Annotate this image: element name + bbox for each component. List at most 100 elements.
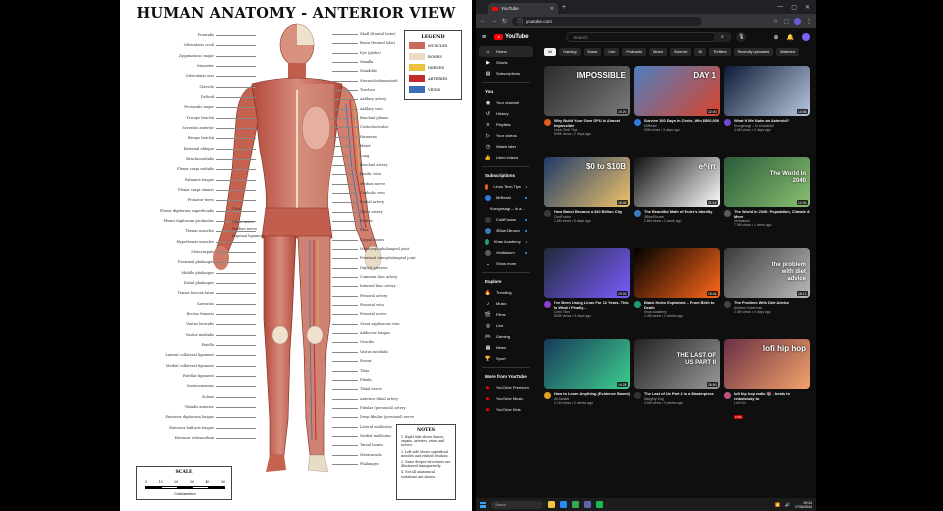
menu-dots-icon[interactable]: ⋮ [806, 18, 812, 25]
close-window-icon[interactable]: ✕ [805, 4, 810, 11]
video-card[interactable]: 10:06 What If We Nuke an Asteroid? Kurzges… [724, 66, 810, 132]
filter-chip[interactable]: All [544, 48, 557, 56]
video-card[interactable]: lofi hip hop lofi hip hop radio 📚 - beats… [724, 339, 810, 423]
video-thumbnail[interactable]: THE LAST OF US PART II 26:50 [634, 339, 720, 389]
sidebar-item-subscriptions[interactable]: ▤ Subscriptions [479, 68, 533, 79]
sidebar-item-sport[interactable]: 🏆 Sport [479, 353, 533, 364]
sidebar-item-home[interactable]: ⌂ Home [479, 46, 533, 57]
video-card[interactable]: DAY 1 32:00 Survive 100 Days In Circle, Wi… [634, 66, 720, 132]
close-tab-icon[interactable]: ✕ [550, 6, 554, 12]
minimize-icon[interactable]: — [777, 4, 783, 11]
sidebar-item-show-more[interactable]: ⌄ Show more [479, 258, 533, 269]
sidebar-item-youtube-kids[interactable]: ▶ YouTube Kids [479, 404, 533, 415]
sidebar-item-your-videos[interactable]: ▷ Your videos [479, 130, 533, 141]
hamburger-menu-icon[interactable]: ≡ [482, 34, 494, 41]
video-title[interactable]: Black Holes Explained – From Birth to De… [644, 300, 720, 310]
extensions-icon[interactable]: ⬚ [783, 18, 789, 25]
channel-avatar[interactable] [724, 210, 731, 217]
filter-chip[interactable]: Mixes [649, 48, 667, 56]
video-title[interactable]: The Beautiful Math of Euler's Identity [644, 209, 712, 215]
video-card[interactable]: IMPOSSIBLE 15:20 Why Build Your Own GPU is… [544, 66, 630, 137]
video-thumbnail[interactable]: e^iπ 21:14 [634, 157, 720, 207]
sidebar-item-veritasium[interactable]: Veritasium [479, 247, 533, 258]
video-title[interactable]: lofi hip hop radio 📚 - beats to relax/st… [734, 391, 810, 401]
sidebar-item-khan-academy[interactable]: Khan Academy [479, 236, 533, 247]
channel-avatar[interactable] [634, 119, 641, 126]
spotify-icon[interactable] [596, 501, 603, 508]
sidebar-item-liked-videos[interactable]: 👍 Liked videos [479, 152, 533, 163]
filter-chip[interactable]: Music [583, 48, 602, 56]
channel-avatar[interactable] [724, 301, 731, 308]
filter-chip[interactable]: AI [694, 48, 707, 56]
browser-tab[interactable]: YouTube ✕ [488, 3, 558, 14]
filter-chip[interactable]: Science [669, 48, 692, 56]
channel-avatar[interactable] [544, 210, 551, 217]
sidebar-item-your-channel[interactable]: ◉ Your channel [479, 97, 533, 108]
video-card[interactable]: 15:44 Black Holes Explained – From Birth … [634, 248, 720, 319]
channel-avatar[interactable] [544, 392, 551, 399]
edge-browser-icon[interactable] [560, 501, 567, 508]
video-thumbnail[interactable]: 14:28 [544, 339, 630, 389]
video-title[interactable]: I've Been Using Linux For 12 Years. This… [554, 300, 630, 310]
profile-avatar[interactable] [794, 17, 801, 25]
sidebar-item-history[interactable]: ↺ History [479, 108, 533, 119]
video-card[interactable]: 14:28 How to Learn Anything (Evidence Bas… [544, 339, 630, 405]
search-button[interactable]: ⌕ [714, 32, 731, 42]
channel-avatar[interactable] [544, 301, 551, 308]
channel-avatar[interactable] [544, 119, 551, 126]
bookmark-star-icon[interactable]: ☆ [773, 18, 778, 25]
filter-chip[interactable]: Thrillers [709, 48, 731, 56]
video-thumbnail[interactable]: The World in 2040 12:34 [724, 157, 810, 207]
sidebar-item-shorts[interactable]: ▶ Shorts [479, 57, 533, 68]
video-title[interactable]: The Last of Us Part 2 is a Masterpiece [644, 391, 714, 397]
file-explorer-icon[interactable] [548, 501, 555, 508]
sidebar-item-youtube-premium[interactable]: ▶ YouTube Premium [479, 382, 533, 393]
video-title[interactable]: What If We Nuke an Asteroid? [734, 118, 789, 124]
sidebar-item-music[interactable]: ♪ Music [479, 298, 533, 309]
video-card[interactable]: 19:03 I've Been Using Linux For 12 Years.… [544, 248, 630, 319]
youtube-logo-icon[interactable] [494, 34, 503, 40]
sidebar-item-watch-later[interactable]: ◷ Watch later [479, 141, 533, 152]
sidebar-item-live[interactable]: ◎ Live [479, 320, 533, 331]
filter-chip[interactable]: Gaming [559, 48, 581, 56]
video-title[interactable]: The World in 2040: Population, Climate &… [734, 209, 810, 219]
voice-search-icon[interactable]: 🎙 [736, 32, 747, 42]
video-thumbnail[interactable]: 15:44 [634, 248, 720, 298]
video-thumbnail[interactable]: lofi hip hop [724, 339, 810, 389]
video-title[interactable]: Survive 100 Days In Circle, Win $500,000 [644, 118, 719, 124]
video-thumbnail[interactable]: 10:06 [724, 66, 810, 116]
video-title[interactable]: How to Learn Anything (Evidence Based) [554, 391, 630, 397]
video-title[interactable]: How Babel Became a $10 Billion City [554, 209, 622, 215]
chrome-browser-icon[interactable] [572, 501, 579, 508]
sidebar-item-youtube-music[interactable]: ▶ YouTube Music [479, 393, 533, 404]
filter-chip[interactable]: Podcasts [622, 48, 647, 56]
channel-avatar[interactable] [724, 119, 731, 126]
video-thumbnail[interactable]: 19:03 [544, 248, 630, 298]
sidebar-item-kurzgesagt-in-a[interactable]: Kurzgesagt – In a... [479, 203, 533, 214]
site-info-icon[interactable]: ⓘ [517, 17, 523, 26]
channel-avatar[interactable] [634, 301, 641, 308]
filter-chip[interactable]: Watched [776, 48, 799, 56]
teams-icon[interactable] [584, 501, 591, 508]
video-thumbnail[interactable]: DAY 1 32:00 [634, 66, 720, 116]
sidebar-item-playlists[interactable]: ≡ Playlists [479, 119, 533, 130]
wifi-icon[interactable]: 📶 [775, 502, 780, 507]
filter-chip[interactable]: Recently uploaded [733, 48, 774, 56]
volume-icon[interactable]: 🔊 [785, 502, 790, 507]
search-input[interactable]: Search ⌕ [566, 32, 732, 42]
reload-icon[interactable]: ↻ [502, 18, 507, 25]
taskbar-search[interactable]: Search [491, 500, 543, 509]
video-card[interactable]: e^iπ 21:14 The Beautiful Math of Euler's I… [634, 157, 720, 223]
filter-chip[interactable]: Live [604, 48, 620, 56]
notifications-bell-icon[interactable]: 🔔 [787, 34, 794, 41]
new-tab-icon[interactable]: + [562, 4, 566, 11]
channel-avatar[interactable] [634, 392, 641, 399]
create-video-icon[interactable]: ⊕ [773, 34, 778, 41]
video-thumbnail[interactable]: the problem with diet advice 18:12 [724, 248, 810, 298]
sidebar-item-coldfusion[interactable]: ColdFusion [479, 214, 533, 225]
sidebar-item-linus-tech-tips[interactable]: Linus Tech Tips [479, 181, 533, 192]
video-thumbnail[interactable]: IMPOSSIBLE 15:20 [544, 66, 630, 116]
sidebar-item-3blue1brown[interactable]: 3Blue1Brown [479, 225, 533, 236]
video-card[interactable]: THE LAST OF US PART II 26:50 The Last of U… [634, 339, 720, 405]
sidebar-item-trending[interactable]: 🔥 Trending [479, 287, 533, 298]
